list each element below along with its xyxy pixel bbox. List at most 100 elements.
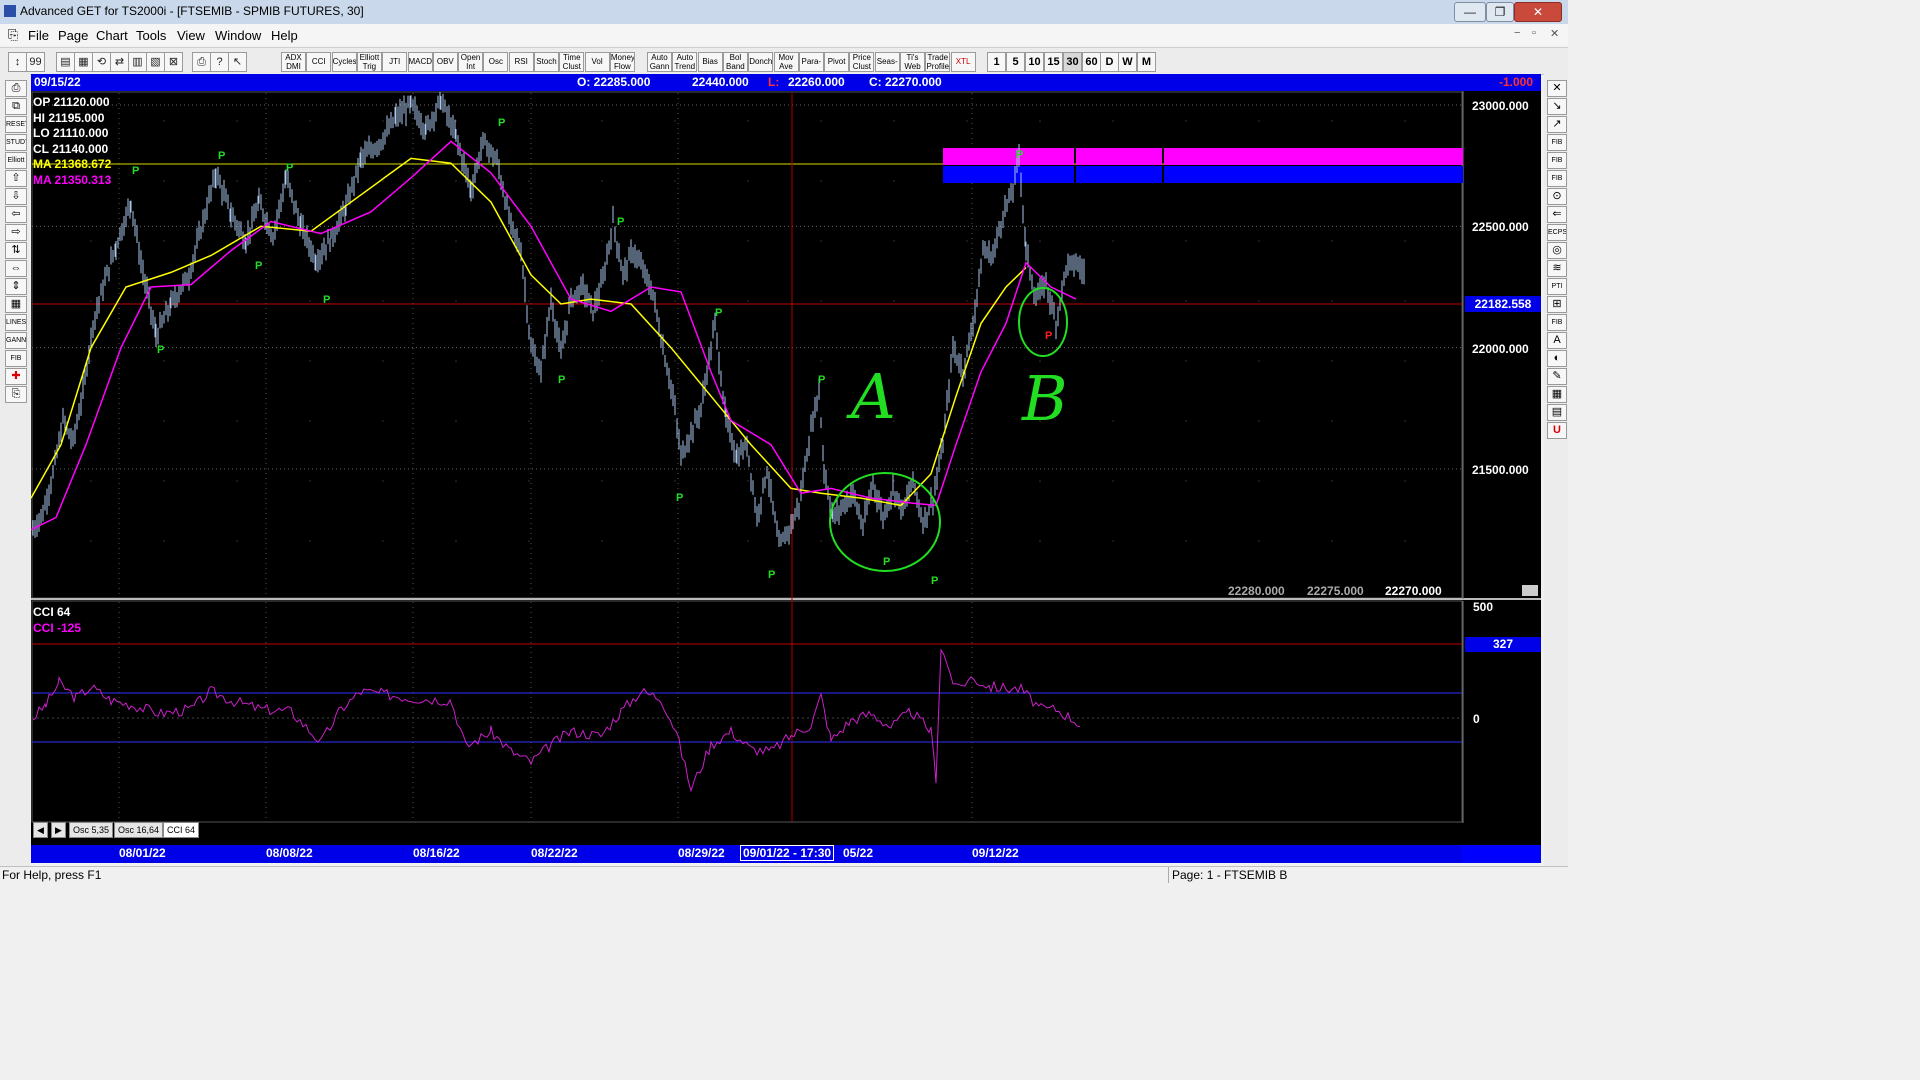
left-arrow-icon[interactable]: ⇦ bbox=[5, 206, 27, 223]
period-button-30[interactable]: 30 bbox=[1063, 52, 1082, 72]
study-button[interactable]: Seas-onals bbox=[874, 52, 900, 72]
study-button[interactable]: Donch bbox=[748, 52, 774, 72]
print-icon[interactable]: ⎙ bbox=[192, 52, 211, 72]
compress-icon[interactable]: ⇕ bbox=[5, 278, 27, 295]
indicator-button[interactable]: JTI bbox=[382, 52, 408, 72]
close-chart-icon[interactable]: ⊠ bbox=[164, 52, 183, 72]
help-icon[interactable]: ? bbox=[210, 52, 229, 72]
zoom-icon[interactable]: ◐ bbox=[1547, 350, 1567, 367]
layout-icon[interactable]: ▦ bbox=[74, 52, 93, 72]
move-icon[interactable]: ↕ bbox=[8, 52, 27, 72]
indicator-button[interactable]: RSI bbox=[508, 52, 534, 72]
arrow-tool-icon[interactable]: ⇐ bbox=[1547, 206, 1567, 223]
vertical-scale-icon[interactable]: ⇅ bbox=[5, 242, 27, 259]
table-icon[interactable]: ▦ bbox=[1547, 386, 1567, 403]
pencil-icon[interactable]: ✎ bbox=[1547, 368, 1567, 385]
fib-ext-button[interactable]: FIB EXT bbox=[1547, 152, 1567, 169]
tab-scroll-right[interactable]: ▶ bbox=[51, 822, 66, 838]
period-button-10[interactable]: 10 bbox=[1025, 52, 1044, 72]
gann-button[interactable]: GANN bbox=[5, 332, 27, 349]
close-button[interactable]: ✕ bbox=[1514, 2, 1562, 22]
lines-button[interactable]: LINES bbox=[5, 314, 27, 331]
grid-tool-icon[interactable]: ▦ bbox=[5, 296, 27, 313]
indicator-button[interactable]: CCI bbox=[306, 52, 332, 72]
close-tool-icon[interactable]: ✕ bbox=[1547, 80, 1567, 97]
period-button-D[interactable]: D bbox=[1100, 52, 1119, 72]
study-button[interactable]: Ti's Web bbox=[900, 52, 925, 72]
quote-icon[interactable]: 99 bbox=[26, 52, 45, 72]
indicator-button[interactable]: Open Int bbox=[458, 52, 484, 72]
study-button[interactable]: Mov Ave bbox=[773, 52, 799, 72]
period-button-60[interactable]: 60 bbox=[1082, 52, 1101, 72]
trend-tool-icon[interactable]: ↗ bbox=[1547, 116, 1567, 133]
window-icon[interactable]: ▥ bbox=[128, 52, 147, 72]
right-arrow-icon[interactable]: ⇨ bbox=[5, 224, 27, 241]
period-button-5[interactable]: 5 bbox=[1006, 52, 1025, 72]
menu-chart[interactable]: Chart bbox=[96, 28, 128, 43]
menu-help[interactable]: Help bbox=[271, 28, 298, 43]
new-page-icon[interactable]: ▤ bbox=[56, 52, 75, 72]
indicator-button[interactable]: OBV bbox=[432, 52, 458, 72]
fib-button[interactable]: FIB bbox=[1547, 314, 1567, 331]
study-button[interactable]: STUDY bbox=[5, 134, 27, 151]
period-button-M[interactable]: M bbox=[1137, 52, 1156, 72]
tab-osc-5-35[interactable]: Osc 5,35 bbox=[69, 822, 114, 838]
page-tool-icon[interactable]: ⎘ bbox=[5, 386, 27, 403]
menu-window[interactable]: Window bbox=[215, 28, 261, 43]
indicator-button[interactable]: Time Clust bbox=[559, 52, 585, 72]
grid-icon[interactable]: ▧ bbox=[146, 52, 165, 72]
circle-tool-icon[interactable]: ⊙ bbox=[1547, 188, 1567, 205]
mdi-minimize-icon[interactable]: − bbox=[1514, 27, 1520, 39]
horizontal-scale-icon[interactable]: ⇔ bbox=[5, 260, 27, 277]
copy-tool-icon[interactable]: ⧉ bbox=[5, 98, 27, 115]
elliott-button[interactable]: Elliott bbox=[5, 152, 27, 169]
fib-button[interactable]: FIB bbox=[5, 350, 27, 367]
indicator-button[interactable]: Vol bbox=[584, 52, 610, 72]
study-button[interactable]: Trade Profile bbox=[925, 52, 951, 72]
tab-scroll-left[interactable]: ◀ bbox=[33, 822, 48, 838]
menu-tools[interactable]: Tools bbox=[136, 28, 166, 43]
minimize-button[interactable]: — bbox=[1454, 2, 1486, 22]
swap-icon[interactable]: ⇄ bbox=[110, 52, 129, 72]
indicator-button[interactable]: Cycles bbox=[331, 52, 357, 72]
grid-small-icon[interactable]: ⊞ bbox=[1547, 296, 1567, 313]
mdi-restore-icon[interactable]: ▫ bbox=[1532, 27, 1536, 39]
ecps-button[interactable]: ECPS bbox=[1547, 224, 1567, 241]
study-button[interactable]: Bol Band bbox=[722, 52, 748, 72]
study-button[interactable]: Para-bolic bbox=[798, 52, 824, 72]
study-button[interactable]: Auto Gann bbox=[647, 52, 672, 72]
chart-area[interactable]: P P P P P P P P P P P P P P P P P bbox=[31, 91, 1541, 845]
indicator-button[interactable]: ADX DMI bbox=[281, 52, 306, 72]
context-help-icon[interactable]: ↖ bbox=[228, 52, 247, 72]
menu-file[interactable]: File bbox=[28, 28, 49, 43]
study-button[interactable]: Pivot bbox=[824, 52, 850, 72]
pti-button[interactable]: PTI bbox=[1547, 278, 1567, 295]
study-button[interactable]: Price Clust bbox=[849, 52, 875, 72]
reset-button[interactable]: RESET bbox=[5, 116, 27, 133]
list-icon[interactable]: ▤ bbox=[1547, 404, 1567, 421]
print-tool-icon[interactable]: ⎙ bbox=[5, 80, 27, 97]
period-button-15[interactable]: 15 bbox=[1044, 52, 1063, 72]
u-tool-icon[interactable]: U bbox=[1547, 422, 1567, 439]
period-button-W[interactable]: W bbox=[1118, 52, 1137, 72]
up-arrow-icon[interactable]: ⇧ bbox=[5, 170, 27, 187]
target-icon[interactable]: ◎ bbox=[1547, 242, 1567, 259]
study-button[interactable]: Bias bbox=[697, 52, 723, 72]
study-button[interactable]: Auto Trend bbox=[672, 52, 698, 72]
tab-cci-64[interactable]: CCI 64 bbox=[163, 822, 200, 838]
period-button-1[interactable]: 1 bbox=[987, 52, 1006, 72]
crosshair-icon[interactable]: ✚ bbox=[5, 368, 27, 385]
fib-time-button[interactable]: FIB TIME bbox=[1547, 170, 1567, 187]
restore-button[interactable]: ❐ bbox=[1486, 2, 1514, 22]
mdi-close-icon[interactable]: ✕ bbox=[1550, 27, 1559, 40]
indicator-button[interactable]: Osc bbox=[483, 52, 509, 72]
indicator-button[interactable]: Elliott Trig bbox=[356, 52, 382, 72]
line-tool-icon[interactable]: ↘ bbox=[1547, 98, 1567, 115]
text-tool-button[interactable]: A bbox=[1547, 332, 1567, 349]
indicator-button[interactable]: Stoch bbox=[534, 52, 559, 72]
indicator-button[interactable]: MACD bbox=[407, 52, 433, 72]
wave-icon[interactable]: ≋ bbox=[1547, 260, 1567, 277]
indicator-button[interactable]: Money Flow bbox=[609, 52, 635, 72]
fib-ret-button[interactable]: FIB RET bbox=[1547, 134, 1567, 151]
menu-view[interactable]: View bbox=[177, 28, 205, 43]
